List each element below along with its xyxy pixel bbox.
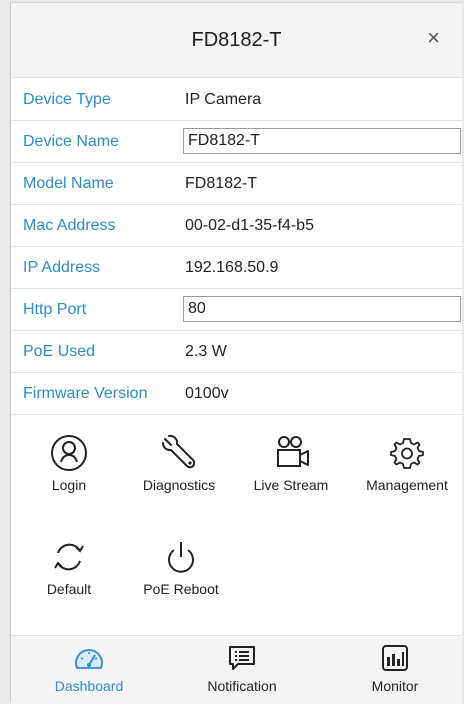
row-poe-used: PoE Used 2.3 W — [11, 331, 462, 373]
dialog-title: FD8182-T — [191, 29, 282, 51]
tab-monitor[interactable]: Monitor — [359, 644, 431, 694]
user-circle-icon — [51, 435, 87, 471]
firmware-version-value: 0100v — [185, 385, 229, 402]
video-camera-icon — [277, 436, 309, 467]
model-name-label: Model Name — [23, 175, 114, 192]
row-mac-address: Mac Address 00-02-d1-35-f4-b5 — [11, 205, 462, 247]
row-device-type: Device Type IP Camera — [11, 79, 462, 121]
wrench-icon — [161, 434, 196, 469]
power-icon — [168, 542, 194, 573]
live-stream-button[interactable]: Live Stream — [247, 433, 335, 493]
gear-icon — [390, 438, 424, 469]
poe-used-value: 2.3 W — [185, 343, 227, 360]
diagnostics-label: Diagnostics — [142, 477, 216, 493]
device-type-label: Device Type — [23, 91, 111, 108]
tab-notification-label: Notification — [207, 678, 277, 694]
poe-reboot-button[interactable]: PoE Reboot — [135, 537, 227, 597]
row-model-name: Model Name FD8182-T — [11, 163, 462, 205]
tab-dashboard-label: Dashboard — [54, 678, 124, 694]
mac-address-label: Mac Address — [23, 217, 116, 234]
device-info-list: Device Type IP Camera Device Name Model … — [11, 79, 462, 415]
management-button[interactable]: Management — [361, 433, 453, 493]
close-icon[interactable]: × — [427, 27, 440, 49]
tab-dashboard[interactable]: Dashboard — [47, 644, 131, 694]
device-name-input[interactable] — [183, 128, 461, 154]
ip-address-label: IP Address — [23, 259, 101, 276]
login-label: Login — [51, 477, 87, 493]
http-port-label: Http Port — [23, 301, 87, 318]
device-type-value: IP Camera — [185, 91, 262, 108]
login-button[interactable]: Login — [39, 433, 99, 493]
reset-arrows-icon — [54, 543, 84, 571]
firmware-version-label: Firmware Version — [23, 385, 148, 402]
default-label: Default — [46, 581, 92, 597]
mac-address-value: 00-02-d1-35-f4-b5 — [185, 217, 314, 234]
device-name-label: Device Name — [23, 133, 120, 150]
message-list-icon — [229, 646, 255, 670]
device-dialog: FD8182-T × Device Type IP Camera Device … — [10, 2, 462, 704]
row-firmware-version: Firmware Version 0100v — [11, 373, 462, 415]
dialog-header: FD8182-T × — [11, 3, 462, 78]
management-label: Management — [366, 477, 448, 493]
poe-used-label: PoE Used — [23, 343, 96, 360]
bottom-tab-bar: Dashboard Notification Monitor — [11, 635, 462, 704]
ip-address-value: 192.168.50.9 — [185, 259, 279, 276]
row-ip-address: IP Address 192.168.50.9 — [11, 247, 462, 289]
gauge-icon — [75, 649, 103, 669]
chart-monitor-icon — [382, 645, 408, 671]
http-port-input[interactable] — [183, 296, 461, 322]
poe-reboot-label: PoE Reboot — [143, 581, 219, 597]
diagnostics-button[interactable]: Diagnostics — [137, 433, 221, 493]
live-stream-label: Live Stream — [253, 477, 329, 493]
default-button[interactable]: Default — [39, 537, 99, 597]
row-device-name: Device Name — [11, 121, 462, 163]
tab-monitor-label: Monitor — [371, 678, 419, 694]
row-http-port: Http Port — [11, 289, 462, 331]
model-name-value: FD8182-T — [185, 175, 258, 192]
tab-notification[interactable]: Notification — [197, 644, 287, 694]
